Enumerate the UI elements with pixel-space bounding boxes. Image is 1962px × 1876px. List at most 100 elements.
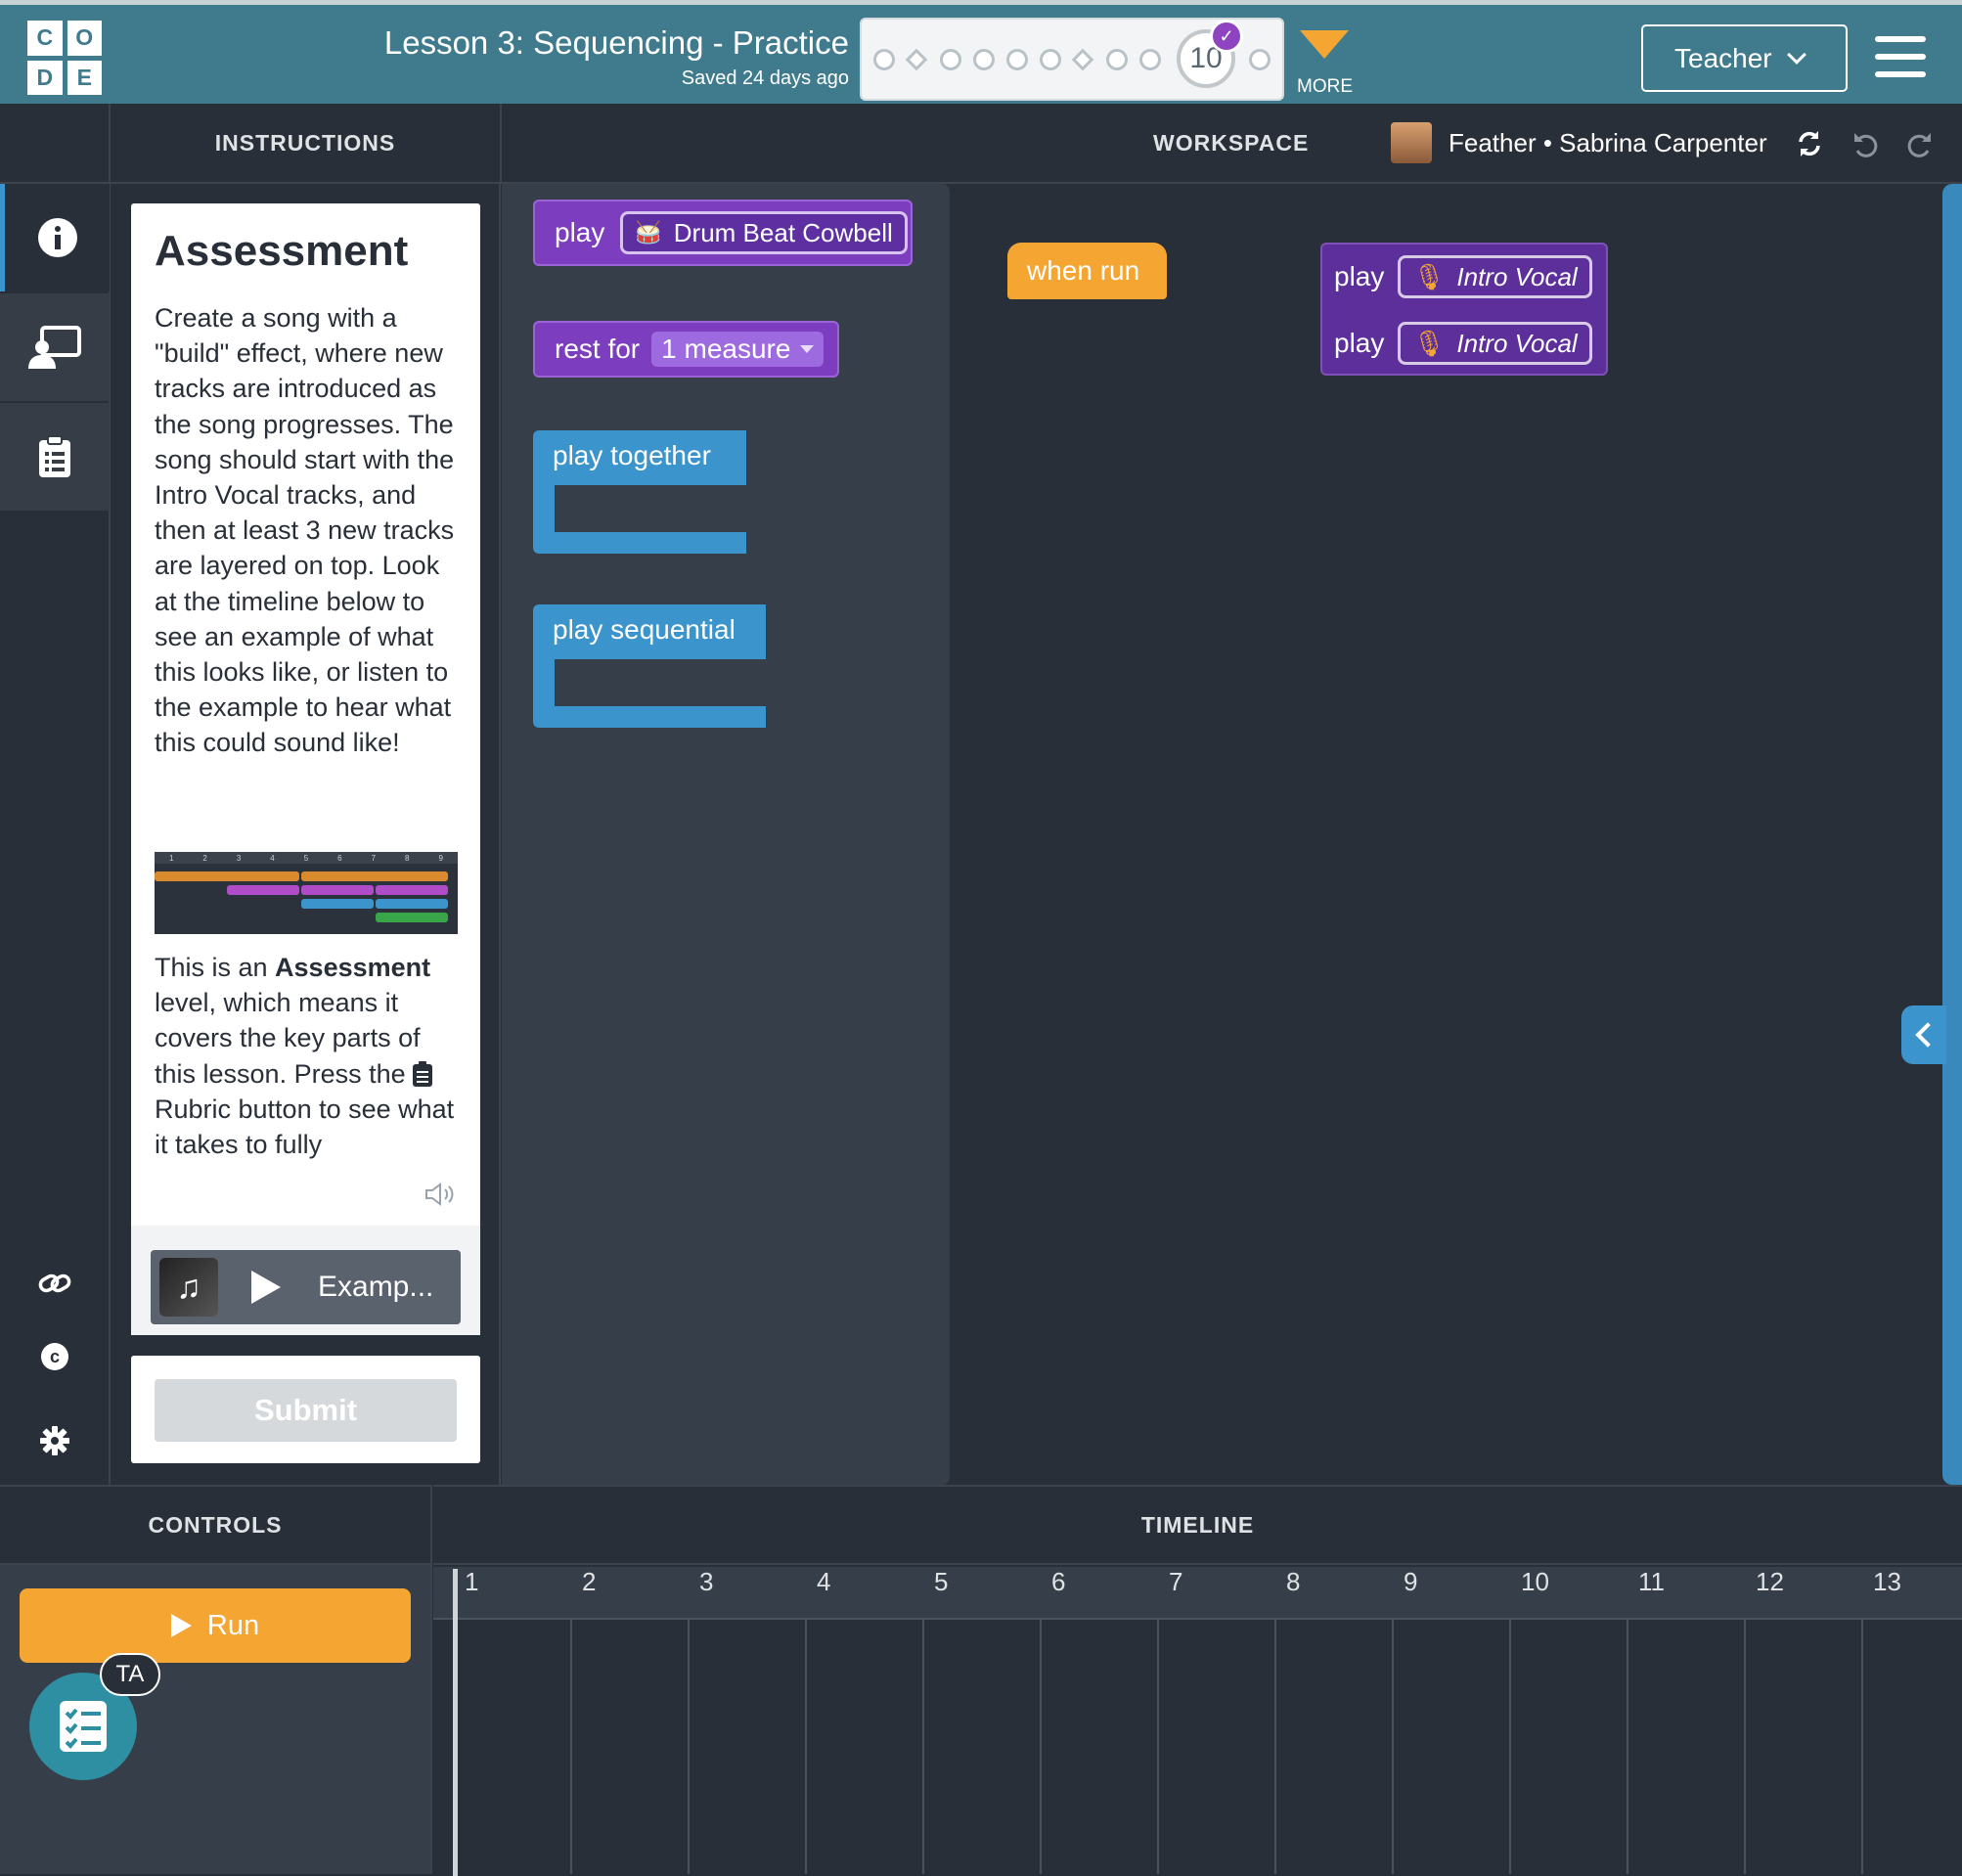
workspace-header: WORKSPACE Feather • Sabrina Carpenter [502,104,1962,184]
level-bubble[interactable] [1040,49,1061,70]
measure-number[interactable]: 6 [1051,1567,1065,1597]
teacher-icon [28,326,81,369]
more-label[interactable]: MORE [1297,76,1353,98]
play-together-block[interactable]: play together [533,430,746,556]
level-bubble[interactable] [1139,49,1161,70]
level-bubble[interactable] [1106,49,1128,70]
mini-tick: 7 [371,853,377,863]
chevron-left-icon [1915,1022,1940,1048]
collapse-panel-button[interactable] [1901,1005,1946,1064]
measure-number[interactable]: 13 [1873,1567,1901,1597]
play-intro-vocal-block[interactable]: play 🎙 Intro Vocal [1334,315,1592,372]
measure-ruler[interactable] [433,1567,1962,1620]
rest-block[interactable]: rest for 1 measure [533,321,839,378]
link-icon[interactable] [37,1266,72,1306]
lesson-title[interactable]: Lesson 3: Sequencing - Practice [384,24,849,62]
measure-number[interactable]: 4 [817,1567,830,1597]
measure-number[interactable]: 12 [1756,1567,1784,1597]
measure-gridline [570,1619,572,1874]
instructions-header: INSTRUCTIONS [111,104,502,184]
tab-rubric[interactable] [0,403,110,511]
level-progress: 10 ✓ [860,18,1284,101]
sound-selector[interactable]: 🎙 Intro Vocal [1398,322,1592,365]
workspace-canvas[interactable]: when run play 🎙 Intro Vocal play 🎙 Intro… [951,184,1962,1485]
dropdown-arrow-icon [800,345,815,353]
rest-duration-dropdown[interactable]: 1 measure [651,332,825,367]
gear-icon[interactable] [40,1426,69,1460]
redo-icon[interactable] [1906,131,1934,164]
level-bubble[interactable] [1249,49,1271,70]
run-button[interactable]: Run [20,1588,411,1663]
instructions-card: Assessment Create a song with a "build" … [131,203,480,1335]
instructions-title: Assessment [155,227,409,275]
workspace-scrollbar[interactable] [1942,184,1962,1485]
mini-tick: 8 [405,853,410,863]
level-bubble[interactable] [940,49,961,70]
refresh-icon[interactable] [1795,129,1824,164]
play-icon[interactable] [251,1271,281,1304]
play-sequential-label: play sequential [553,614,736,645]
measure-number[interactable]: 1 [465,1567,478,1597]
undo-icon[interactable] [1851,131,1879,164]
info-icon [37,218,77,257]
measure-number[interactable]: 8 [1286,1567,1300,1597]
measure-gridline [922,1619,924,1874]
measure-number[interactable]: 9 [1404,1567,1417,1597]
measure-number[interactable]: 5 [934,1567,948,1597]
level-bubble[interactable] [1006,49,1028,70]
teacher-dropdown[interactable]: Teacher [1641,24,1848,92]
checklist-icon [60,1701,107,1752]
tab-teacher-panel[interactable] [0,293,110,401]
example-player[interactable]: ♫ Examp... [151,1250,461,1324]
block-toolbox: play 🥁 Drum Beat Cowbell rest for 1 meas… [502,184,950,1485]
play-intro-vocal-block[interactable]: play 🎙 Intro Vocal [1334,248,1592,305]
when-run-block[interactable]: when run [1007,243,1167,299]
measure-gridline [688,1619,690,1874]
sound-selector[interactable]: 🎙 Intro Vocal [1398,255,1592,298]
drum-sound-label: Drum Beat Cowbell [673,217,893,247]
svg-text:c: c [50,1347,60,1366]
mini-tick: 4 [270,853,275,863]
level-bubble[interactable] [973,49,995,70]
measure-number[interactable]: 2 [582,1567,596,1597]
mini-clip [301,885,374,895]
tab-instructions[interactable] [0,184,110,291]
submit-button[interactable]: Submit [155,1379,457,1442]
timeline-panel: TIMELINE [433,1485,1962,1876]
sound-pack-label[interactable]: Feather • Sabrina Carpenter [1449,128,1767,158]
measure-number[interactable]: 3 [699,1567,713,1597]
intro-vocal-label: Intro Vocal [1456,261,1578,291]
when-run-label: when run [1027,255,1140,286]
measure-gridline [1627,1619,1628,1874]
measure-gridline [1509,1619,1511,1874]
intro-vocal-label: Intro Vocal [1456,328,1578,358]
left-icon-bar: c [0,184,111,1485]
measure-number[interactable]: 10 [1521,1567,1549,1597]
logo-letter: O [67,21,102,56]
timeline-header: TIMELINE [433,1487,1962,1565]
code-org-logo[interactable]: C O D E [27,21,102,95]
level-diamond[interactable] [905,48,928,71]
sound-selector[interactable]: 🥁 Drum Beat Cowbell [620,211,908,254]
measure-number[interactable]: 7 [1169,1567,1182,1597]
copyright-icon[interactable]: c [40,1342,69,1376]
play-sequential-block[interactable]: play sequential [533,604,766,730]
measure-gridline [1040,1619,1042,1874]
assessment-note-bold: Assessment [275,953,431,982]
level-diamond[interactable] [1071,48,1094,71]
more-arrow-icon[interactable] [1300,30,1349,59]
play-sound-block[interactable]: play 🥁 Drum Beat Cowbell [533,200,913,266]
level-bubble[interactable] [873,49,895,70]
mini-tick: 3 [236,853,242,863]
play-label: play [1334,328,1385,358]
logo-letter: D [27,60,63,95]
drum-icon: 🥁 [635,220,662,245]
example-label: Examp... [318,1271,434,1303]
playhead[interactable] [453,1569,458,1876]
logo-letter: C [27,21,63,56]
hamburger-menu-icon[interactable] [1875,36,1926,77]
measure-number[interactable]: 11 [1638,1567,1665,1597]
speaker-icon[interactable] [424,1182,458,1212]
play-icon [170,1614,192,1637]
measure-gridline [1744,1619,1746,1874]
